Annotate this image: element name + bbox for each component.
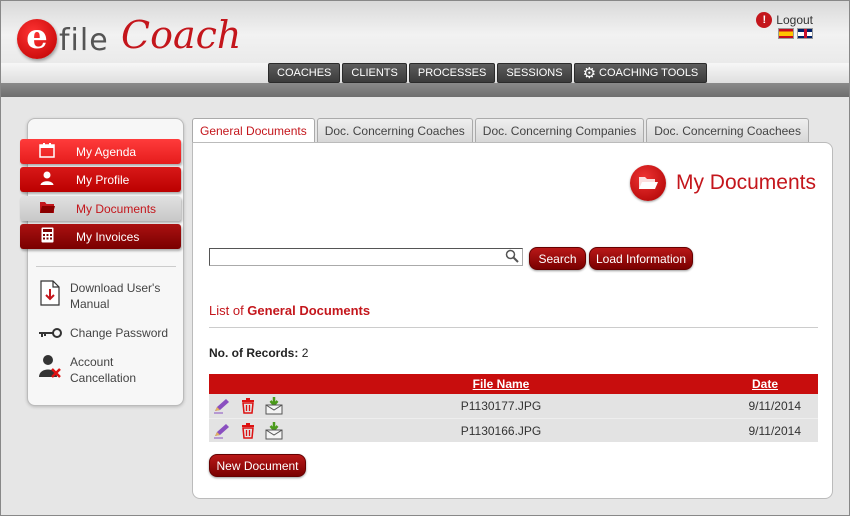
sidebar-item-my-invoices[interactable]: My Invoices [20, 224, 181, 249]
page-heading: My Documents [629, 165, 816, 201]
row-actions [209, 397, 379, 415]
tab-doc-concerning-coaches[interactable]: Doc. Concerning Coaches [316, 118, 473, 143]
logo-file-text: file [59, 23, 109, 58]
english-flag-icon[interactable] [797, 28, 813, 39]
logo-coach-text: Coach [121, 13, 242, 57]
account-cancellation-label: Account Cancellation [70, 355, 137, 385]
calendar-icon [34, 142, 60, 161]
logo-e-mark: e [17, 19, 57, 59]
documents-table: File Name Date P1130177.JPG 9/11/2014 P1… [209, 374, 818, 442]
change-password-link[interactable]: Change Password [38, 325, 168, 341]
logout-label: Logout [776, 13, 813, 27]
download-mail-icon[interactable] [265, 421, 283, 440]
delete-trash-icon[interactable] [239, 397, 257, 415]
row-actions [209, 421, 379, 440]
sidebar-divider [36, 266, 176, 267]
actions-column-header [209, 374, 379, 394]
file-name-cell: P1130166.JPG [460, 423, 542, 438]
records-label: No. of Records: [209, 346, 299, 360]
sidebar: My Agenda My Profile My Documents My Inv… [20, 118, 184, 406]
new-document-button[interactable]: New Document [209, 454, 306, 477]
folder-icon [34, 200, 60, 217]
nav-coaching-tools-label: COACHING TOOLS [599, 67, 699, 79]
tab-general-documents[interactable]: General Documents [192, 118, 315, 144]
logout-link[interactable]: ! Logout [756, 12, 813, 28]
table-row: P1130166.JPG 9/11/2014 [209, 418, 818, 442]
date-column-header[interactable]: Date [623, 374, 818, 394]
nav-processes-label: PROCESSES [417, 67, 487, 79]
edit-pencil-icon[interactable] [213, 397, 231, 415]
main-panel: My Documents Search Load Information Lis… [192, 142, 833, 499]
nav-sessions[interactable]: SESSIONS [497, 63, 572, 83]
user-remove-icon [38, 354, 62, 380]
header-divider-strip [1, 83, 849, 97]
edit-pencil-icon[interactable] [213, 422, 231, 440]
list-heading-prefix: List of [209, 303, 248, 318]
language-selector [778, 28, 813, 39]
search-input[interactable] [209, 248, 523, 266]
nav-coaches[interactable]: COACHES [268, 63, 341, 83]
nav-coaches-label: COACHES [277, 67, 332, 79]
list-heading: List of General Documents [209, 303, 370, 318]
delete-trash-icon[interactable] [239, 422, 257, 440]
nav-coaching-tools[interactable]: ⚙ COACHING TOOLS [573, 63, 708, 83]
pdf-download-icon [38, 280, 62, 306]
sidebar-item-my-agenda[interactable]: My Agenda [20, 139, 181, 164]
list-heading-name: General Documents [247, 303, 371, 318]
date-cell: 9/11/2014 [748, 399, 802, 413]
date-cell: 9/11/2014 [748, 423, 802, 438]
list-divider [209, 327, 818, 328]
file-name-cell: P1130177.JPG [460, 399, 542, 413]
nav-clients[interactable]: CLIENTS [342, 63, 407, 83]
download-mail-icon[interactable] [265, 397, 283, 415]
main-nav: COACHES CLIENTS PROCESSES SESSIONS ⚙ COA… [268, 63, 708, 83]
spanish-flag-icon[interactable] [778, 28, 794, 39]
sidebar-item-label: My Documents [76, 201, 157, 216]
sidebar-item-label: My Profile [76, 172, 130, 187]
power-icon: ! [756, 12, 773, 28]
nav-clients-label: CLIENTS [351, 67, 398, 79]
key-icon [38, 325, 62, 341]
change-password-label: Change Password [70, 326, 169, 340]
user-icon [34, 170, 60, 189]
calculator-icon [34, 227, 60, 246]
sidebar-item-label: My Agenda [76, 144, 137, 159]
nav-processes[interactable]: PROCESSES [408, 63, 496, 83]
records-count: No. of Records: 2 [209, 346, 308, 360]
tab-doc-concerning-coachees[interactable]: Doc. Concerning Coachees [646, 118, 809, 143]
download-manual-label: Download User's Manual [70, 281, 161, 311]
nav-sessions-label: SESSIONS [506, 67, 563, 79]
page-title: My Documents [675, 171, 816, 194]
sidebar-item-my-profile[interactable]: My Profile [20, 167, 181, 192]
account-cancellation-link[interactable]: Account Cancellation [38, 354, 150, 386]
load-information-button[interactable]: Load Information [589, 247, 693, 270]
table-header: File Name Date [209, 374, 818, 394]
gear-icon: ⚙ [582, 64, 597, 82]
search-button[interactable]: Search [529, 247, 586, 270]
table-row: P1130177.JPG 9/11/2014 [209, 394, 818, 418]
records-value: 2 [301, 346, 309, 360]
file-name-column-header[interactable]: File Name [379, 374, 623, 394]
document-tabs: General Documents Doc. Concerning Coache… [192, 118, 809, 144]
efilecoach-logo[interactable]: e file Coach [17, 13, 241, 63]
open-folder-icon [629, 165, 666, 201]
sidebar-item-my-documents[interactable]: My Documents [20, 196, 181, 221]
search-icon [505, 249, 519, 266]
tab-doc-concerning-companies[interactable]: Doc. Concerning Companies [474, 118, 645, 143]
sidebar-item-label: My Invoices [76, 229, 140, 244]
download-manual-link[interactable]: Download User's Manual [38, 280, 166, 312]
